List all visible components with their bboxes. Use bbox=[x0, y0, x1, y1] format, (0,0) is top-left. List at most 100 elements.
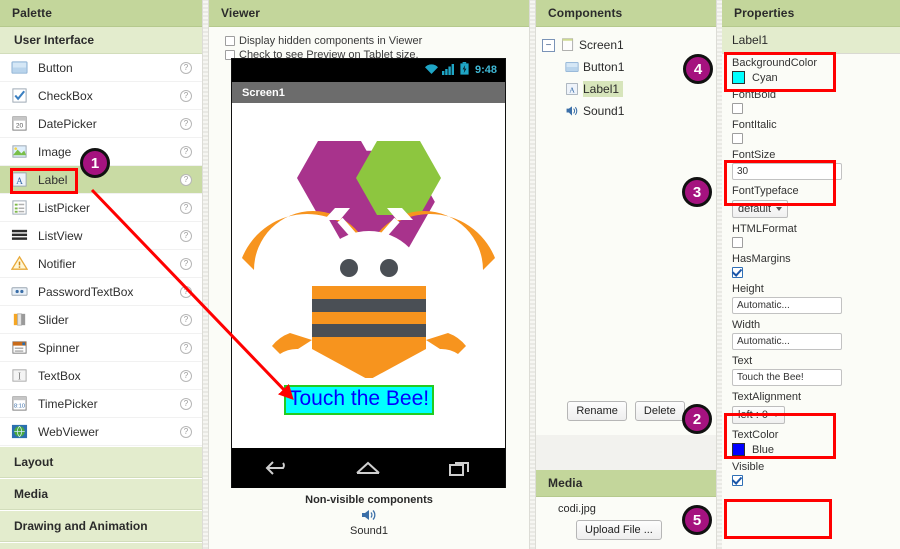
help-icon[interactable]: ? bbox=[180, 341, 192, 354]
step-badge-5: 5 bbox=[682, 505, 712, 535]
tree-node-sound1[interactable]: Sound1 bbox=[542, 101, 716, 121]
help-icon[interactable]: ? bbox=[180, 61, 192, 74]
help-icon[interactable]: ? bbox=[180, 173, 192, 186]
palette-item-textbox[interactable]: I TextBox? bbox=[0, 362, 202, 390]
property-select[interactable]: default bbox=[732, 200, 789, 218]
palette-section-media[interactable]: Media bbox=[0, 478, 202, 510]
palette-item-webviewer[interactable]: WebViewer? bbox=[0, 418, 202, 446]
property-color-row[interactable]: Cyan bbox=[732, 71, 900, 84]
back-icon[interactable] bbox=[264, 459, 290, 477]
color-swatch[interactable] bbox=[732, 443, 745, 456]
palette-item-label: Slider bbox=[38, 312, 69, 327]
palette-panel: Palette User Interface Button? CheckBox? 2… bbox=[0, 0, 202, 549]
help-icon[interactable]: ? bbox=[180, 285, 192, 298]
phone-screen-body: Touch the Bee! bbox=[232, 103, 505, 448]
notifier-icon bbox=[10, 255, 28, 273]
delete-button[interactable]: Delete bbox=[634, 401, 685, 421]
svg-text:A: A bbox=[16, 177, 23, 187]
step-badge-4: 4 bbox=[683, 54, 713, 84]
palette-section-drawing-and-animation[interactable]: Drawing and Animation bbox=[0, 510, 202, 542]
help-icon[interactable]: ? bbox=[180, 117, 192, 130]
svg-text:I: I bbox=[17, 371, 21, 382]
palette-item-timepicker[interactable]: 8:10 TimePicker? bbox=[0, 390, 202, 418]
property-textalignment: TextAlignment left : 0 bbox=[722, 388, 900, 426]
property-htmlformat: HTMLFormat bbox=[722, 220, 900, 250]
property-checkbox[interactable] bbox=[732, 133, 743, 144]
palette-item-notifier[interactable]: Notifier? bbox=[0, 250, 202, 278]
property-text-value: Automatic... bbox=[737, 300, 790, 311]
palette-item-label: ListView bbox=[38, 228, 83, 243]
tree-collapse-toggle[interactable]: − bbox=[542, 38, 555, 52]
recents-icon[interactable] bbox=[447, 459, 473, 477]
tree-node-label: Button1 bbox=[583, 60, 625, 74]
palette-item-passwordtextbox[interactable]: PasswordTextBox? bbox=[0, 278, 202, 306]
palette-item-checkbox[interactable]: CheckBox? bbox=[0, 82, 202, 110]
palette-item-listview[interactable]: ListView? bbox=[0, 222, 202, 250]
palette-item-spinner[interactable]: Spinner? bbox=[0, 334, 202, 362]
property-color-row[interactable]: Blue bbox=[732, 443, 900, 456]
property-backgroundcolor: BackgroundColor Cyan bbox=[722, 54, 900, 86]
property-checkbox[interactable] bbox=[732, 103, 743, 114]
property-textcolor: TextColor Blue bbox=[722, 426, 900, 458]
property-name: FontBold bbox=[732, 89, 777, 101]
property-text-input[interactable]: Automatic... bbox=[732, 333, 842, 350]
nonvisible-component-sound1[interactable]: Sound1 bbox=[209, 508, 529, 537]
property-text-input[interactable]: 30 bbox=[732, 163, 842, 180]
rename-button[interactable]: Rename bbox=[567, 401, 627, 421]
help-icon[interactable]: ? bbox=[180, 369, 192, 382]
sound-icon bbox=[564, 104, 579, 119]
palette-item-button[interactable]: Button? bbox=[0, 54, 202, 82]
step-badge-1: 1 bbox=[80, 148, 110, 178]
palette-item-slider[interactable]: Slider? bbox=[0, 306, 202, 334]
property-text-value: Automatic... bbox=[737, 336, 790, 347]
palette-item-label: ListPicker bbox=[38, 200, 91, 215]
bee-image[interactable] bbox=[232, 108, 505, 378]
property-name: Visible bbox=[732, 461, 765, 473]
help-icon[interactable]: ? bbox=[180, 145, 192, 158]
display-hidden-components-checkbox-row[interactable]: Display hidden components in Viewer bbox=[209, 35, 529, 47]
slider-icon bbox=[10, 311, 28, 329]
help-icon[interactable]: ? bbox=[180, 425, 192, 438]
palette-section-layout[interactable]: Layout bbox=[0, 446, 202, 478]
label-icon: A bbox=[564, 82, 579, 97]
help-icon[interactable]: ? bbox=[180, 201, 192, 214]
palette-section-user-interface[interactable]: User Interface bbox=[0, 27, 202, 54]
property-fontitalic: FontItalic bbox=[722, 116, 900, 146]
palette-item-datepicker[interactable]: 20 DatePicker? bbox=[0, 110, 202, 138]
chevron-down-icon bbox=[772, 413, 779, 417]
help-icon[interactable]: ? bbox=[180, 257, 192, 270]
property-checkbox[interactable] bbox=[732, 237, 743, 248]
screen-icon bbox=[560, 38, 575, 53]
help-icon[interactable]: ? bbox=[180, 229, 192, 242]
help-icon[interactable]: ? bbox=[180, 397, 192, 410]
palette-section-sensors[interactable]: Sensors bbox=[0, 542, 202, 549]
palette-item-label: TimePicker bbox=[38, 396, 98, 411]
button-icon bbox=[10, 59, 28, 77]
label1-widget[interactable]: Touch the Bee! bbox=[284, 385, 435, 416]
property-text-input[interactable]: Touch the Bee! bbox=[732, 369, 842, 386]
property-fonttypeface: FontTypeface default bbox=[722, 182, 900, 220]
nonvisible-component-label: Sound1 bbox=[350, 525, 388, 537]
palette-item-label: Label bbox=[38, 172, 68, 187]
palette-section-list: LayoutMediaDrawing and AnimationSensors bbox=[0, 446, 202, 549]
phone-preview: 9:48 Screen1 Touch the Bee! bbox=[231, 58, 506, 488]
tree-node-label: Label1 bbox=[583, 81, 624, 97]
svg-text:20: 20 bbox=[15, 122, 23, 129]
palette-item-listpicker[interactable]: ListPicker? bbox=[0, 194, 202, 222]
color-swatch[interactable] bbox=[732, 71, 745, 84]
media-header: Media bbox=[536, 470, 716, 497]
property-text-value: 30 bbox=[737, 166, 749, 177]
property-select[interactable]: left : 0 bbox=[732, 406, 785, 424]
help-icon[interactable]: ? bbox=[180, 313, 192, 326]
property-text-input[interactable]: Automatic... bbox=[732, 297, 842, 314]
property-fontbold: FontBold bbox=[722, 86, 900, 116]
help-icon[interactable]: ? bbox=[180, 89, 192, 102]
property-checkbox[interactable] bbox=[732, 267, 743, 278]
tree-node-screen1[interactable]: − Screen1 bbox=[542, 35, 716, 55]
home-icon[interactable] bbox=[354, 459, 382, 477]
property-name: FontItalic bbox=[732, 119, 777, 131]
property-checkbox[interactable] bbox=[732, 475, 743, 486]
palette-item-label: Notifier bbox=[38, 256, 77, 271]
upload-file-button[interactable]: Upload File ... bbox=[576, 520, 662, 540]
display-hidden-components-checkbox[interactable] bbox=[225, 36, 235, 46]
